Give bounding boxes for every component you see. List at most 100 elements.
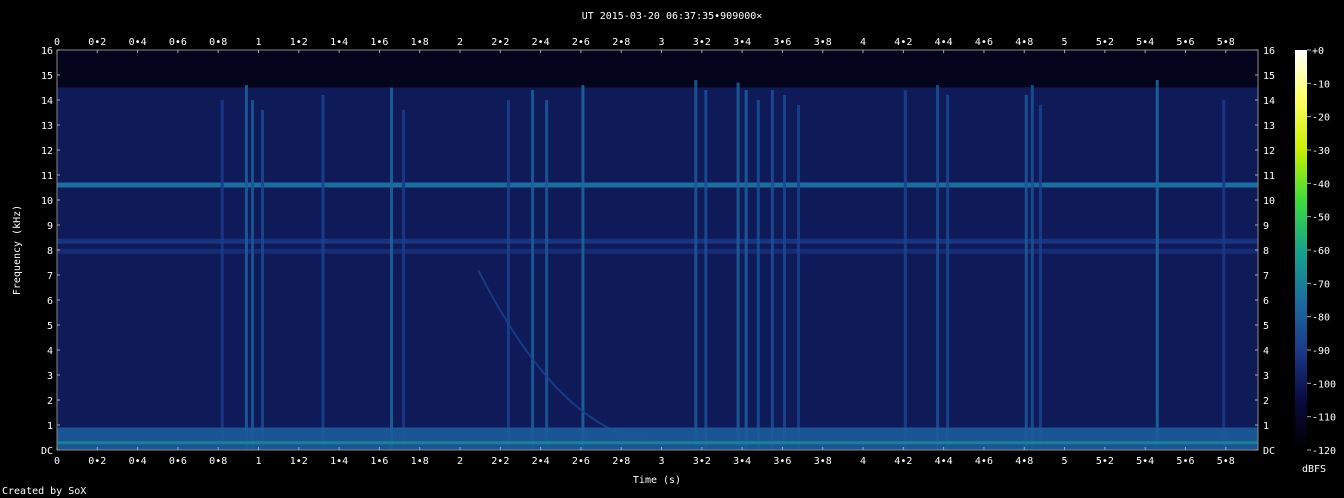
y-tick-label: 4	[47, 346, 53, 357]
x-tick-label: 0•8	[209, 37, 227, 48]
y-tick-label: 16	[1263, 46, 1275, 57]
impulse-line	[531, 90, 535, 450]
x-tick-label: 1•8	[411, 456, 429, 467]
spectrogram-figure: UT 2015-03-20 06:37:35•909000× 0 0•2 0•4 0•…	[12, 11, 1336, 486]
impulse-line	[261, 110, 265, 450]
x-tick-label: 1•6	[370, 456, 388, 467]
x-tick-label: 2•6	[572, 37, 590, 48]
impulse-line	[1024, 95, 1028, 450]
impulse-line	[1155, 80, 1159, 450]
x-tick-label: 1•4	[330, 456, 348, 467]
impulse-line	[545, 100, 549, 450]
x-tick-label: 5•6	[1176, 456, 1194, 467]
y-tick-label: 9	[1263, 221, 1269, 232]
tone-line	[57, 182, 1258, 188]
y-tick-label: 3	[1263, 371, 1269, 382]
impulse-line	[402, 110, 406, 450]
y-tick-label: 13	[1263, 121, 1275, 132]
y-tick-label: 15	[1263, 71, 1275, 82]
x-tick-label: 3	[659, 37, 665, 48]
x-tick-label: 4•4	[935, 456, 953, 467]
x-tick-label: 4•4	[935, 37, 953, 48]
y-tick-label: 14	[41, 96, 53, 107]
y-tick-label: 3	[47, 371, 53, 382]
impulse-line	[744, 90, 748, 450]
colorbar-tick-label: -60	[1312, 246, 1330, 257]
x-tick-label: 3•2	[693, 456, 711, 467]
y-tick-label: 12	[1263, 146, 1275, 157]
baseband-fill	[57, 427, 1258, 450]
x-tick-label: 1	[255, 37, 261, 48]
y-axis-label: Frequency (kHz)	[12, 205, 23, 295]
x-tick-label: 5•8	[1217, 456, 1235, 467]
y-tick-label: DC	[41, 446, 53, 457]
colorbar-tick-label: -40	[1312, 179, 1330, 190]
x-tick-label: 4•8	[1015, 456, 1033, 467]
y-tick-label: 1	[1263, 421, 1269, 432]
impulse-line	[797, 105, 801, 450]
colorbar-tick-label: -70	[1312, 279, 1330, 290]
impulse-line	[1030, 85, 1034, 450]
x-tick-label: 5•8	[1217, 37, 1235, 48]
x-tick-label: 5•2	[1096, 456, 1114, 467]
baseband-line	[57, 441, 1258, 445]
y-tick-label: 11	[1263, 171, 1275, 182]
x-tick-label: 3•6	[773, 456, 791, 467]
impulse-line	[1222, 100, 1226, 450]
x-tick-label: 4•6	[975, 37, 993, 48]
impulse-line	[244, 85, 248, 450]
colorbar-label: dBFS	[1302, 464, 1326, 475]
y-tick-label: 16	[41, 46, 53, 57]
chart-title: UT 2015-03-20 06:37:35•909000×	[582, 11, 763, 22]
x-tick-label: 5	[1062, 37, 1068, 48]
impulse-line	[220, 100, 224, 450]
x-tick-label: 2	[457, 456, 463, 467]
x-tick-label: 0•4	[129, 37, 147, 48]
impulse-line	[694, 80, 698, 450]
y-tick-label: 2	[1263, 396, 1269, 407]
colorbar-tick-label: -80	[1312, 313, 1330, 324]
x-tick-label: 1•6	[370, 37, 388, 48]
x-tick-label: 2•6	[572, 456, 590, 467]
x-tick-label: 3•2	[693, 37, 711, 48]
x-tick-label: 3•4	[733, 456, 751, 467]
impulse-line	[581, 85, 585, 450]
colorbar-tick-label: -120	[1312, 446, 1336, 457]
credit-text: Created by SoX	[2, 486, 87, 497]
y-tick-label: 12	[41, 146, 53, 157]
impulse-line	[1038, 105, 1042, 450]
colorbar-tick-label: -50	[1312, 213, 1330, 224]
impulse-line	[736, 82, 740, 450]
colorbar-tick-label: -110	[1312, 413, 1336, 424]
x-tick-label: 2	[457, 37, 463, 48]
y-tick-label: 6	[47, 296, 53, 307]
x-tick-label: 2•8	[612, 456, 630, 467]
y-tick-label: 14	[1263, 96, 1275, 107]
colorbar-tick-label: -10	[1312, 79, 1330, 90]
y-tick-label: 10	[1263, 196, 1275, 207]
x-tick-label: 1	[255, 456, 261, 467]
y-tick-label: 1	[47, 421, 53, 432]
impulse-line	[770, 90, 774, 450]
x-tick-label: 0	[54, 456, 60, 467]
y-tick-label: 4	[1263, 346, 1269, 357]
impulse-line	[756, 100, 760, 450]
x-tick-label: 0•8	[209, 456, 227, 467]
x-tick-label: 4•8	[1015, 37, 1033, 48]
x-tick-label: 0•4	[129, 456, 147, 467]
y-tick-label: DC	[1263, 446, 1275, 457]
colorbar-tick-label: -20	[1312, 113, 1330, 124]
tone-line	[57, 238, 1258, 244]
x-tick-label: 0•2	[88, 456, 106, 467]
x-tick-label: 1•4	[330, 37, 348, 48]
x-tick-label: 5	[1062, 456, 1068, 467]
x-tick-label: 2•4	[532, 37, 550, 48]
colorbar	[1295, 50, 1307, 450]
x-tick-label: 0•6	[169, 37, 187, 48]
x-tick-label: 4•2	[894, 456, 912, 467]
x-tick-label: 1•2	[290, 456, 308, 467]
x-tick-label: 2•2	[491, 37, 509, 48]
impulse-line	[390, 87, 394, 450]
x-tick-label: 0•6	[169, 456, 187, 467]
x-tick-label: 1•2	[290, 37, 308, 48]
